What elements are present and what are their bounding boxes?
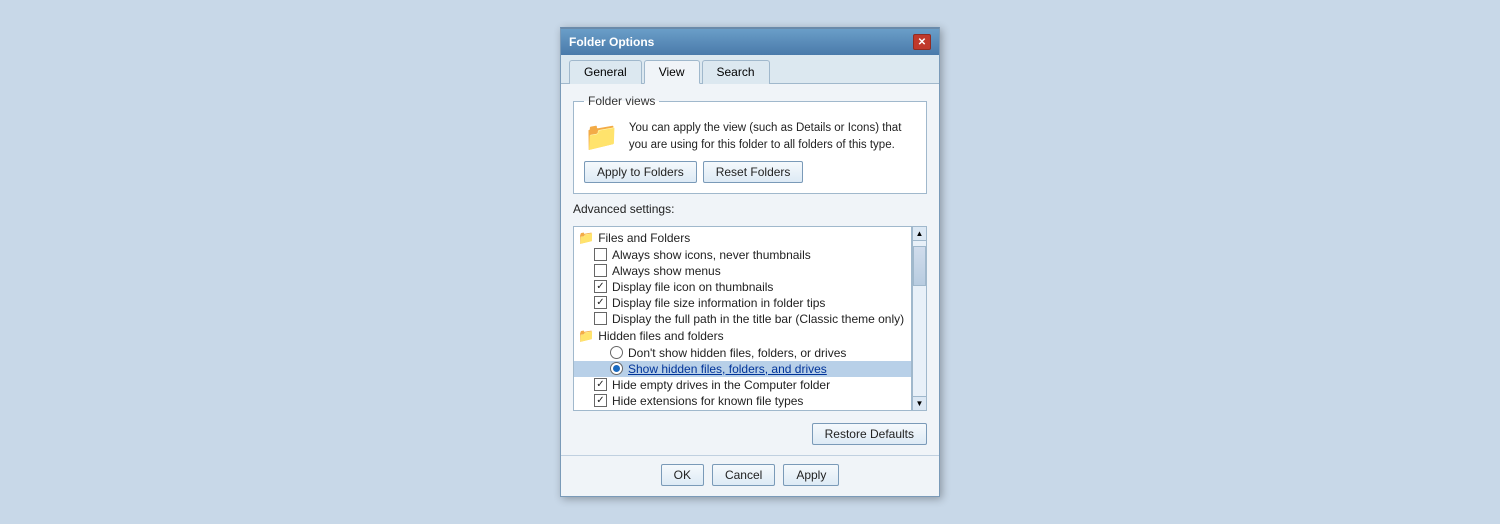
restore-defaults-row: Restore Defaults [573, 423, 927, 445]
list-item-display-file-size[interactable]: Display file size information in folder … [574, 295, 911, 311]
folder-options-dialog: Folder Options ✕ General View Search Fol… [560, 27, 940, 496]
checkbox-hide-extensions[interactable] [594, 394, 607, 407]
display-file-size-label: Display file size information in folder … [612, 296, 825, 310]
list-item-hide-extensions[interactable]: Hide extensions for known file types [574, 393, 911, 409]
hide-empty-drives-label: Hide empty drives in the Computer folder [612, 378, 830, 392]
checkbox-always-menus[interactable] [594, 264, 607, 277]
folder-views-group: Folder views 📁 You can apply the view (s… [573, 94, 927, 193]
display-file-icon-label: Display file icon on thumbnails [612, 280, 773, 294]
hide-extensions-label: Hide extensions for known file types [612, 394, 803, 408]
files-folders-label: Files and Folders [598, 231, 690, 245]
tree-list-inner: 📁 Files and Folders Always show icons, n… [573, 226, 912, 411]
list-item-always-menus[interactable]: Always show menus [574, 263, 911, 279]
list-item-files-folders[interactable]: 📁 Files and Folders [574, 229, 911, 247]
checkbox-display-full-path[interactable] [594, 312, 607, 325]
folder-icon: 📁 [584, 123, 619, 151]
list-item-dont-show-hidden[interactable]: Don't show hidden files, folders, or dri… [574, 345, 911, 361]
checkbox-display-file-icon[interactable] [594, 280, 607, 293]
hide-protected-label: Hide protected operating system files (R… [612, 410, 902, 411]
advanced-settings-label: Advanced settings: [573, 202, 927, 216]
title-bar: Folder Options ✕ [561, 29, 939, 55]
folder-views-buttons: Apply to Folders Reset Folders [584, 161, 916, 183]
scroll-down-button[interactable]: ▼ [913, 396, 926, 410]
list-item-hide-empty-drives[interactable]: Hide empty drives in the Computer folder [574, 377, 911, 393]
apply-to-folders-button[interactable]: Apply to Folders [584, 161, 697, 183]
ok-button[interactable]: OK [661, 464, 704, 486]
dialog-title: Folder Options [569, 35, 654, 49]
always-icons-label: Always show icons, never thumbnails [612, 248, 811, 262]
tabs-bar: General View Search [561, 55, 939, 84]
tree-list-wrapper: 📁 Files and Folders Always show icons, n… [573, 226, 927, 411]
list-item-display-full-path[interactable]: Display the full path in the title bar (… [574, 311, 911, 327]
tab-view[interactable]: View [644, 60, 700, 84]
tab-search[interactable]: Search [702, 60, 770, 84]
dont-show-hidden-label: Don't show hidden files, folders, or dri… [628, 346, 846, 360]
checkbox-display-file-size[interactable] [594, 296, 607, 309]
hidden-files-label: Hidden files and folders [598, 329, 723, 343]
list-item-show-hidden[interactable]: Show hidden files, folders, and drives [574, 361, 911, 377]
folder-views-inner: 📁 You can apply the view (such as Detail… [584, 120, 916, 152]
folder-views-description: You can apply the view (such as Details … [629, 120, 916, 152]
apply-button[interactable]: Apply [783, 464, 839, 486]
list-item-hide-protected[interactable]: Hide protected operating system files (R… [574, 409, 911, 411]
show-hidden-label: Show hidden files, folders, and drives [628, 362, 827, 376]
list-item-display-file-icon[interactable]: Display file icon on thumbnails [574, 279, 911, 295]
scroll-track [913, 241, 926, 396]
footer-buttons: OK Cancel Apply [561, 455, 939, 496]
scrollbar[interactable]: ▲ ▼ [912, 226, 927, 411]
folder-views-legend: Folder views [584, 94, 659, 108]
checkbox-always-icons[interactable] [594, 248, 607, 261]
close-button[interactable]: ✕ [913, 34, 931, 50]
restore-defaults-button[interactable]: Restore Defaults [812, 423, 927, 445]
scroll-thumb[interactable] [913, 246, 926, 286]
list-item-always-icons[interactable]: Always show icons, never thumbnails [574, 247, 911, 263]
advanced-settings-list[interactable]: 📁 Files and Folders Always show icons, n… [573, 226, 912, 411]
always-menus-label: Always show menus [612, 264, 721, 278]
radio-dont-show-hidden[interactable] [610, 346, 623, 359]
checkbox-hide-protected[interactable] [594, 410, 607, 411]
list-item-hidden-files[interactable]: 📁 Hidden files and folders [574, 327, 911, 345]
checkbox-hide-empty-drives[interactable] [594, 378, 607, 391]
reset-folders-button[interactable]: Reset Folders [703, 161, 804, 183]
tab-general[interactable]: General [569, 60, 642, 84]
display-full-path-label: Display the full path in the title bar (… [612, 312, 904, 326]
scroll-up-button[interactable]: ▲ [913, 227, 926, 241]
folder-sm-icon: 📁 [578, 230, 594, 246]
cancel-button[interactable]: Cancel [712, 464, 775, 486]
radio-show-hidden[interactable] [610, 362, 623, 375]
tab-content: Folder views 📁 You can apply the view (s… [561, 84, 939, 454]
folder-sm-icon-hidden: 📁 [578, 328, 594, 344]
